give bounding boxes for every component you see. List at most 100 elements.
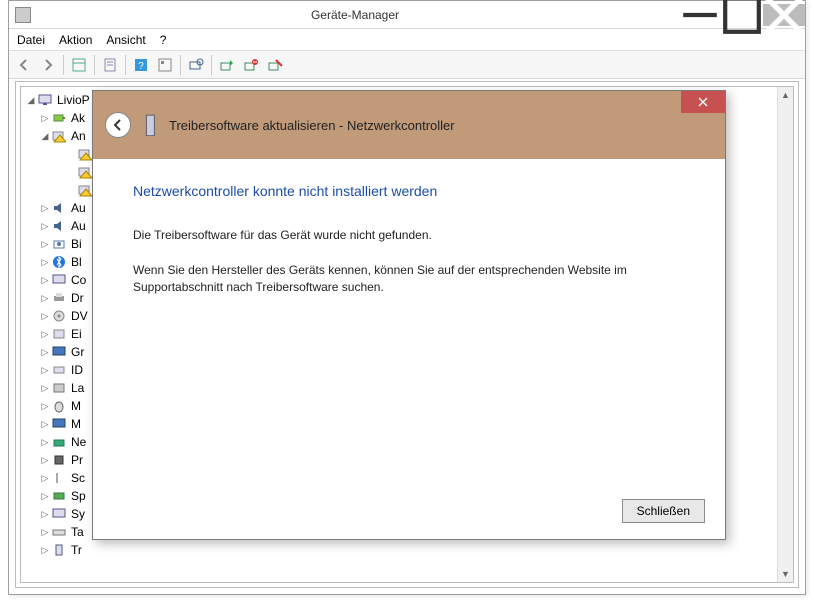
back-arrow-icon[interactable] xyxy=(13,54,35,76)
processor-icon xyxy=(51,453,67,467)
minimize-button[interactable] xyxy=(679,4,721,26)
expander-icon[interactable]: ▷ xyxy=(39,473,51,484)
expander-icon[interactable]: ▷ xyxy=(39,203,51,214)
computer-icon xyxy=(51,273,67,287)
titlebar: Geräte-Manager xyxy=(9,1,805,29)
display-icon xyxy=(51,345,67,359)
properties-icon[interactable] xyxy=(99,54,121,76)
toolbar: ? xyxy=(9,51,805,79)
tree-item-label: Dr xyxy=(71,291,84,305)
disable-icon[interactable] xyxy=(264,54,286,76)
tree-item-label: Au xyxy=(71,219,86,233)
portable-device-icon xyxy=(51,543,67,557)
warning-device-icon xyxy=(77,147,93,161)
expander-icon[interactable]: ▷ xyxy=(39,545,51,556)
security-icon xyxy=(51,471,67,485)
tree-item-label: Ak xyxy=(71,111,85,125)
window-title: Geräte-Manager xyxy=(31,8,679,22)
help-icon[interactable]: ? xyxy=(130,54,152,76)
network-icon xyxy=(51,435,67,449)
expander-icon[interactable]: ▷ xyxy=(39,491,51,502)
tree-item-label: ID xyxy=(71,363,83,377)
warning-device-icon xyxy=(77,165,93,179)
tree-item-label: Bl xyxy=(71,255,82,269)
tree-item-label: M xyxy=(71,399,81,413)
tree-item-label: Sy xyxy=(71,507,85,521)
forward-arrow-icon[interactable] xyxy=(37,54,59,76)
printer-icon xyxy=(51,291,67,305)
scrollbar[interactable]: ▲ ▼ xyxy=(777,87,793,582)
tree-item-label: La xyxy=(71,381,84,395)
dialog-close-button[interactable] xyxy=(681,91,725,113)
back-button[interactable] xyxy=(105,112,131,138)
menu-action[interactable]: Aktion xyxy=(59,33,92,47)
tree-item-label: Ta xyxy=(71,525,84,539)
dialog-message-1: Die Treibersoftware für das Gerät wurde … xyxy=(133,227,685,244)
update-driver-icon[interactable] xyxy=(216,54,238,76)
expander-icon[interactable]: ▷ xyxy=(39,527,51,538)
expander-icon[interactable]: ◢ xyxy=(39,131,51,142)
svg-text:?: ? xyxy=(138,61,144,72)
expander-icon[interactable]: ▷ xyxy=(39,221,51,232)
expander-icon[interactable]: ▷ xyxy=(39,293,51,304)
tree-item-label: DV xyxy=(71,309,88,323)
computer-icon xyxy=(37,93,53,107)
menu-help[interactable]: ? xyxy=(160,33,167,47)
tree-item[interactable]: ▷Tr xyxy=(21,541,793,559)
tree-item-label: Sp xyxy=(71,489,86,503)
scroll-up-icon[interactable]: ▲ xyxy=(778,87,793,103)
battery-icon xyxy=(51,111,67,125)
scan-hardware-icon[interactable] xyxy=(185,54,207,76)
dialog-body: Netzwerkcontroller konnte nicht installi… xyxy=(93,159,725,333)
expander-icon[interactable]: ▷ xyxy=(39,401,51,412)
expander-icon[interactable]: ▷ xyxy=(39,329,51,340)
storage-controller-icon xyxy=(51,489,67,503)
imaging-icon xyxy=(51,237,67,251)
audio-icon xyxy=(51,201,67,215)
expander-icon[interactable]: ▷ xyxy=(39,455,51,466)
tree-item-label: Ne xyxy=(71,435,86,449)
details-icon[interactable] xyxy=(154,54,176,76)
expander-icon[interactable]: ▷ xyxy=(39,347,51,358)
update-driver-dialog: Treibersoftware aktualisieren - Netzwerk… xyxy=(92,90,726,540)
expander-icon[interactable]: ▷ xyxy=(39,311,51,322)
expander-icon[interactable]: ▷ xyxy=(39,113,51,124)
tree-root-label: LivioP xyxy=(57,93,90,107)
expander-icon[interactable]: ▷ xyxy=(39,257,51,268)
audio-icon xyxy=(51,219,67,233)
hid-icon xyxy=(51,327,67,341)
device-icon xyxy=(143,115,159,135)
separator xyxy=(180,55,181,75)
tree-item-label: M xyxy=(71,417,81,431)
warning-device-icon xyxy=(77,183,93,197)
expander-icon[interactable]: ▷ xyxy=(39,239,51,250)
expander-icon[interactable]: ▷ xyxy=(39,437,51,448)
tree-item-label: Ei xyxy=(71,327,82,341)
show-hide-tree-icon[interactable] xyxy=(68,54,90,76)
warning-device-icon xyxy=(51,129,67,143)
separator xyxy=(125,55,126,75)
expander-icon[interactable]: ▷ xyxy=(39,419,51,430)
uninstall-icon[interactable] xyxy=(240,54,262,76)
menu-file[interactable]: Datei xyxy=(17,33,45,47)
expander-icon[interactable]: ▷ xyxy=(39,383,51,394)
tree-item-label: Au xyxy=(71,201,86,215)
app-icon xyxy=(15,7,31,23)
expander-icon[interactable]: ▷ xyxy=(39,275,51,286)
tree-item-label: An xyxy=(71,129,86,143)
tree-item-label: Sc xyxy=(71,471,85,485)
tree-item-label: Gr xyxy=(71,345,84,359)
scroll-down-icon[interactable]: ▼ xyxy=(778,566,793,582)
close-button[interactable]: Schließen xyxy=(622,499,705,523)
system-icon xyxy=(51,507,67,521)
close-window-button[interactable] xyxy=(763,4,805,26)
dvd-icon xyxy=(51,309,67,323)
bluetooth-icon xyxy=(51,255,67,269)
expander-icon[interactable]: ▷ xyxy=(39,509,51,520)
window-controls xyxy=(679,4,805,26)
expander-icon[interactable]: ◢ xyxy=(25,95,37,106)
menu-view[interactable]: Ansicht xyxy=(106,33,145,47)
maximize-button[interactable] xyxy=(721,4,763,26)
expander-icon[interactable]: ▷ xyxy=(39,365,51,376)
tree-item-label: Co xyxy=(71,273,86,287)
